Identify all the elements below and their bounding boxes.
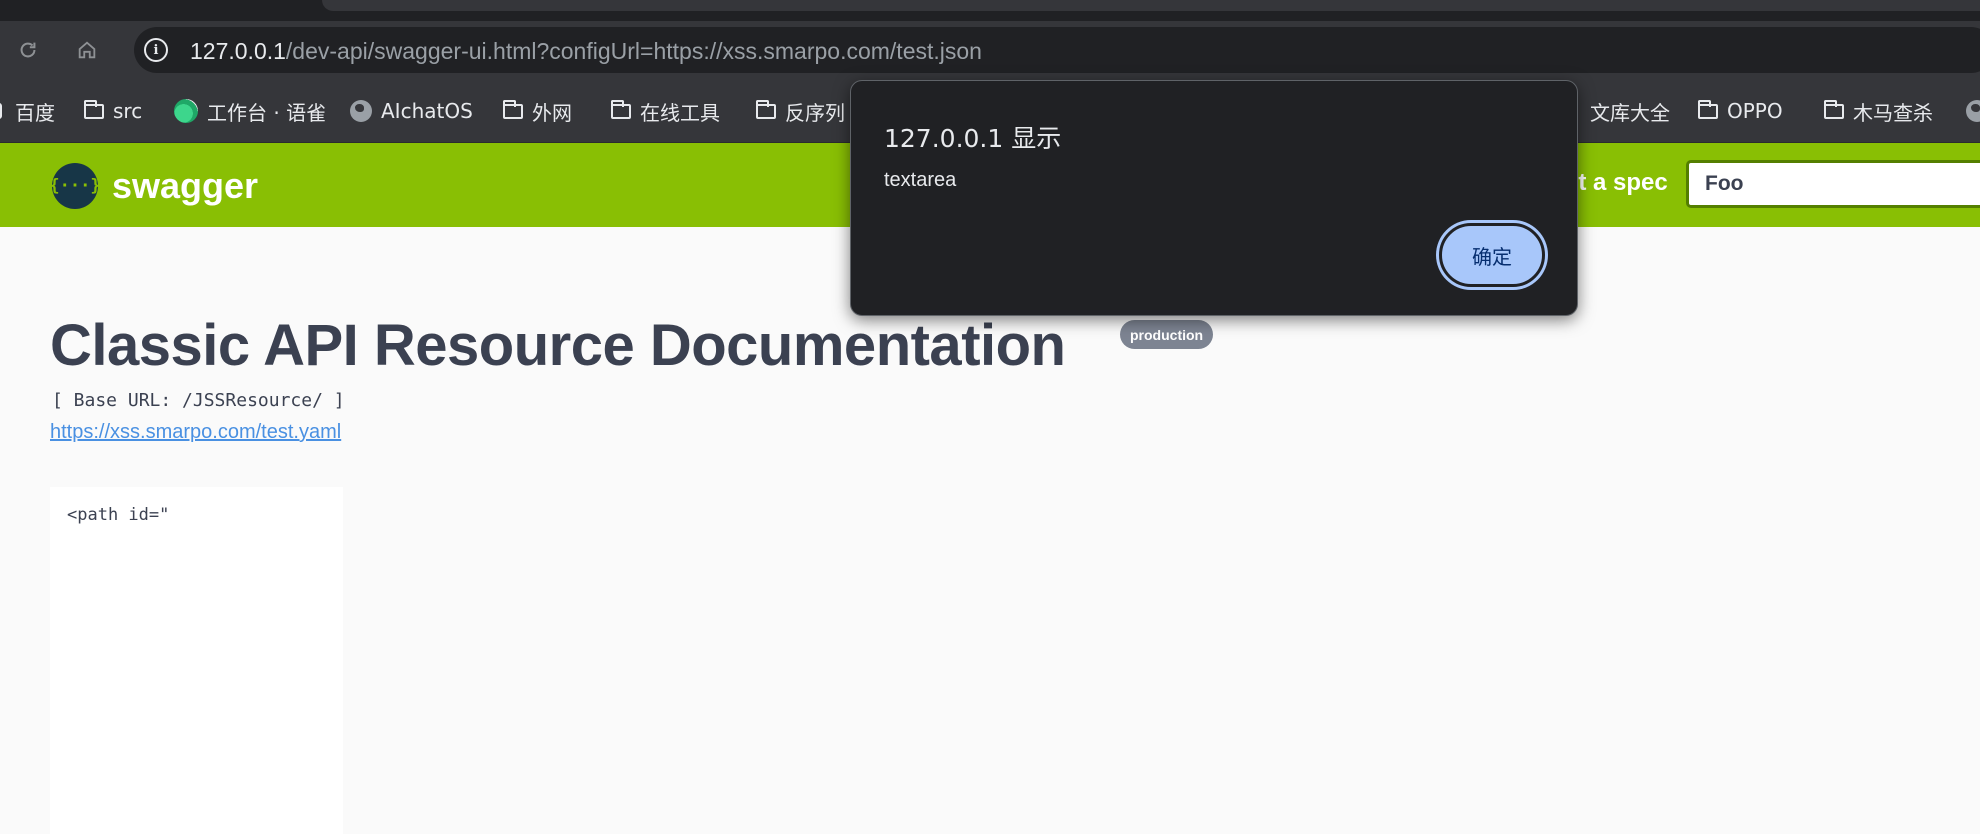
yuque-icon xyxy=(174,99,198,123)
bookmark-overflow[interactable] xyxy=(1966,97,1980,125)
dialog-message: textarea xyxy=(884,169,957,191)
bookmark-wenku[interactable]: 文库大全 xyxy=(1590,97,1670,125)
dialog-title: 127.0.0.1 显示 xyxy=(884,124,1062,153)
version-badge: production xyxy=(1120,320,1214,349)
bookmark-deserialize[interactable]: 反序列 xyxy=(756,97,845,125)
browser-toolbar: i 127.0.0.1/dev-api/swagger-ui.html?conf… xyxy=(0,21,1980,79)
folder-icon xyxy=(84,99,104,119)
page-title: Classic API Resource Documentation xyxy=(50,313,1066,378)
bookmark-yuque[interactable]: 工作台 · 语雀 xyxy=(174,97,326,125)
bookmark-aichatos[interactable]: AIchatOS xyxy=(350,97,473,125)
bookmark-online-tools[interactable]: 在线工具 xyxy=(611,97,720,125)
folder-icon xyxy=(756,99,776,119)
folder-icon xyxy=(1824,99,1844,119)
site-info-icon[interactable]: i xyxy=(144,38,168,62)
globe-icon xyxy=(1966,100,1980,122)
alert-dialog: 127.0.0.1 显示 textarea 确定 xyxy=(850,80,1578,316)
url-text[interactable]: 127.0.0.1/dev-api/swagger-ui.html?config… xyxy=(190,38,982,65)
spec-url-link[interactable]: https://xss.smarpo.com/test.yaml xyxy=(50,421,341,444)
home-icon[interactable] xyxy=(72,35,102,65)
baidu-icon xyxy=(0,103,2,119)
swagger-logo-icon: {···} xyxy=(49,163,101,209)
bookmark-oppo[interactable]: OPPO xyxy=(1698,97,1783,125)
bookmark-waiwang[interactable]: 外网 xyxy=(503,97,572,125)
bookmark-baidu[interactable]: 百度 xyxy=(0,97,55,125)
address-bar[interactable]: i 127.0.0.1/dev-api/swagger-ui.html?conf… xyxy=(134,27,1980,73)
swagger-logo-text: swagger xyxy=(112,165,259,206)
folder-icon xyxy=(503,99,523,119)
folder-icon xyxy=(1698,99,1718,119)
description-box: <path id=" xyxy=(50,487,343,834)
active-tab[interactable] xyxy=(322,0,1980,11)
tab-strip xyxy=(0,0,1980,21)
select-spec-label: ct a spec xyxy=(1565,169,1668,196)
folder-icon xyxy=(611,99,631,119)
spec-select[interactable]: Foo xyxy=(1686,160,1980,208)
description-code: <path id=" xyxy=(67,505,170,525)
ok-button[interactable]: 确定 xyxy=(1439,223,1545,287)
swagger-logo[interactable]: {···} swagger xyxy=(49,163,259,209)
globe-icon xyxy=(350,100,372,122)
bookmark-src[interactable]: src xyxy=(84,97,142,125)
bookmark-trojan-scan[interactable]: 木马查杀 xyxy=(1824,97,1933,125)
base-url: [ Base URL: /JSSResource/ ] xyxy=(52,390,345,411)
reload-icon[interactable] xyxy=(13,35,43,65)
